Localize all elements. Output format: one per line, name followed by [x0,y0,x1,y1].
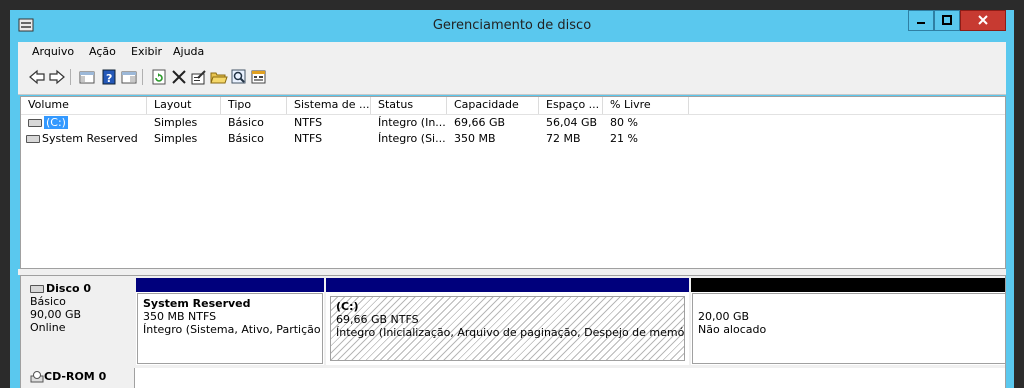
volume-row-system-reserved[interactable]: System Reserved Simples Básico NTFS Ínte… [21,131,1005,147]
title-bar[interactable]: Gerenciamento de disco [10,10,1014,42]
column-percent-livre[interactable]: % Livre [603,97,689,114]
svg-text:?: ? [106,72,112,85]
partition-status: Íntegro (Sistema, Ativo, Partição p [143,323,323,336]
cdrom-info[interactable]: CD-ROM 0 [23,368,134,388]
volume-layout: Simples [154,132,198,145]
menu-bar: Arquivo Ação Exibir Ajuda [18,42,1006,62]
help-topics-icon[interactable] [250,68,268,86]
column-volume[interactable]: Volume [21,97,147,114]
column-tipo[interactable]: Tipo [221,97,287,114]
volume-name: System Reserved [42,132,138,145]
volume-status: Íntegro (Si... [378,132,446,145]
back-icon[interactable] [28,68,46,86]
partition-bar [326,278,689,292]
partition-c[interactable]: (C:) 69,66 GB NTFS Íntegro (Inicializaçã… [326,278,689,365]
cdrom-area[interactable] [134,368,1005,388]
partition-status: Íntegro (Inicialização, Arquivo de pagin… [336,326,685,339]
help-icon[interactable]: ? [100,68,118,86]
minimize-button[interactable] [908,10,934,31]
refresh-icon[interactable] [150,68,168,86]
volume-list[interactable]: Volume Layout Tipo Sistema de ... Status… [20,96,1006,269]
disk0-info[interactable]: Disco 0 Básico 90,00 GB Online [23,278,134,365]
cd-drive-icon [30,371,44,383]
menu-exibir[interactable]: Exibir [131,45,162,58]
toolbar: ? [18,62,1006,95]
partition-size: 350 MB NTFS [143,310,217,323]
volume-espaco-livre: 56,04 GB [546,116,598,129]
partition-bar [691,278,1005,292]
properties-icon[interactable] [190,68,208,86]
minimize-icon [917,22,925,24]
menu-ajuda[interactable]: Ajuda [173,45,204,58]
volume-row-c[interactable]: (C:) Simples Básico NTFS Íntegro (In... … [21,115,1005,131]
hard-drive-icon [26,135,40,143]
partition-bar [136,278,324,292]
partition-name: System Reserved [143,297,251,310]
column-layout[interactable]: Layout [147,97,221,114]
volume-capacidade: 350 MB [454,132,496,145]
console-tree-icon[interactable] [78,68,96,86]
disk0-name: Disco 0 [46,282,92,295]
column-status[interactable]: Status [371,97,447,114]
disk-icon [30,285,44,293]
disk-map: Disco 0 Básico 90,00 GB Online System Re… [20,275,1006,388]
partition-name: (C:) [336,300,359,313]
partition-status: Não alocado [698,323,767,336]
menu-acao[interactable]: Ação [89,45,116,58]
volume-sistema: NTFS [294,132,323,145]
column-espaco-livre[interactable]: Espaço ... [539,97,603,114]
volume-sistema: NTFS [294,116,323,129]
toolbar-separator [70,69,71,85]
menu-arquivo[interactable]: Arquivo [32,45,74,58]
window-title: Gerenciamento de disco [432,18,592,33]
volume-tipo: Básico [228,132,264,145]
maximize-button[interactable] [934,10,960,31]
partition-name [698,297,1005,310]
partition-system-reserved[interactable]: System Reserved 350 MB NTFS Íntegro (Sis… [136,278,324,365]
disk0-state: Online [30,321,66,334]
maximize-icon [942,15,952,25]
disk-management-window: Gerenciamento de disco Arquivo Ação Exib… [10,10,1014,388]
partition-size: 69,66 GB NTFS [336,313,419,326]
volume-espaco-livre: 72 MB [546,132,581,145]
column-sistema-de-arquivos[interactable]: Sistema de ... [287,97,371,114]
properties-pane-icon[interactable] [120,68,138,86]
delete-icon[interactable] [170,68,188,86]
volume-tipo: Básico [228,116,264,129]
forward-icon[interactable] [48,68,66,86]
volume-status: Íntegro (In... [378,116,446,129]
partition-unallocated[interactable]: 20,00 GB Não alocado [691,278,1005,365]
volume-capacidade: 69,66 GB [454,116,506,129]
explore-icon[interactable] [230,68,248,86]
close-button[interactable] [960,10,1006,31]
column-capacidade[interactable]: Capacidade [447,97,539,114]
volume-percent-livre: 21 % [610,132,638,145]
volume-list-header: Volume Layout Tipo Sistema de ... Status… [21,97,1005,115]
disk0-type: Básico [30,295,66,308]
toolbar-separator [142,69,143,85]
partition-size: 20,00 GB [698,310,750,323]
volume-percent-livre: 80 % [610,116,638,129]
volume-name: (C:) [44,116,68,129]
volume-layout: Simples [154,116,198,129]
close-icon [978,15,988,25]
cdrom-name: CD-ROM 0 [44,370,107,383]
hard-drive-icon [28,119,42,127]
disk0-size: 90,00 GB [30,308,82,321]
open-folder-icon[interactable] [210,68,228,86]
